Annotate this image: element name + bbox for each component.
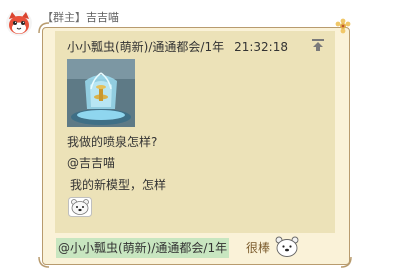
bubble-corner-ornament-icon [38,22,50,34]
sender-line: 【群主】吉吉喵 [42,9,119,25]
polar-bear-emoji-icon [275,236,299,257]
reply-mention[interactable]: @小小瓢虫(萌新)/通通都会/1年 [56,238,230,258]
quote-author[interactable]: 小小瓢虫(萌新)/通通都会/1年 [67,40,224,54]
polar-bear-emoji-icon [68,197,92,217]
quote-header: 小小瓢虫(萌新)/通通都会/1年 21:32:18 [67,38,288,55]
quote-time: 21:32:18 [234,40,288,54]
quote-line: 我做的喷泉怎样? [67,135,158,149]
sender-avatar[interactable] [6,10,32,36]
reply-text: 很棒 [246,241,271,255]
fountain-thumbnail-icon [67,59,135,127]
bubble-corner-ornament-icon [38,256,50,268]
bubble-corner-flower-icon [335,18,351,34]
quote-line: 我的新模型，怎样 [70,178,167,192]
cat-face-icon [6,10,32,36]
fountain-image[interactable] [67,59,135,127]
bubble-corner-ornament-icon [340,256,352,268]
sender-name[interactable]: 吉吉喵 [86,11,119,24]
quote-line-mention[interactable]: @吉吉喵 [67,154,115,171]
scroll-up-icon[interactable] [311,38,325,52]
